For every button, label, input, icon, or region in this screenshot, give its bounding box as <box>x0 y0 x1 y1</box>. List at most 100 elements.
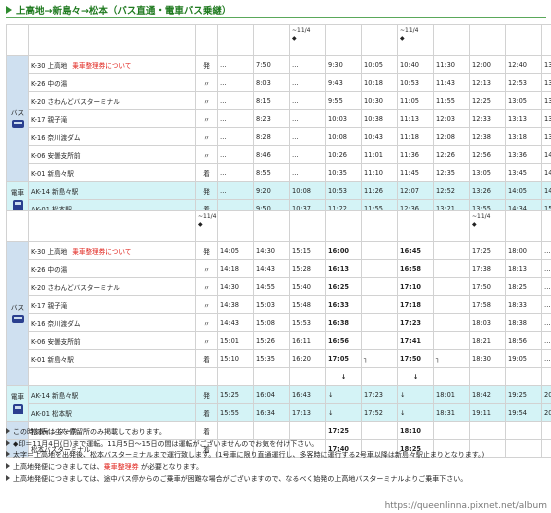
station-name: AK-01 松本駅 <box>28 403 196 422</box>
bus-row: K-01 新島々駅着… 8:55… 10:35 11:10 11:45 12:35 13:0… <box>7 163 551 182</box>
station-name: K-06 安曇支所前 <box>28 145 196 164</box>
season-mark: ◆ <box>400 35 405 42</box>
time-cell: 10:43 <box>361 127 398 146</box>
time-cell: 17:52 <box>361 403 398 422</box>
time-cell: … <box>289 127 326 146</box>
header-cell <box>505 210 542 242</box>
header-cell <box>397 210 434 242</box>
stop-type: 発 <box>195 241 218 260</box>
station-name: K-30 上高地 乗車整理券について <box>28 241 196 260</box>
time-cell: 16:34 <box>253 403 290 422</box>
ticket-info-link[interactable]: 乗車整理券について <box>72 248 131 256</box>
header-cell: ~11/4 ◆ <box>195 210 218 242</box>
header-row: ~11/4 ◆ ~11/4 ◆ <box>6 210 551 242</box>
header-cell <box>289 210 326 242</box>
note-item: 太字＝上高地を出発後、松本バスターミナルまで運行致します。(1号車に限り直通運行… <box>6 450 546 461</box>
time-cell: ↓ <box>397 403 434 422</box>
time-cell: 14:43 <box>253 259 290 278</box>
time-cell: … <box>289 91 326 110</box>
time-cell: 13:45 <box>505 163 542 182</box>
time-cell: 12:52 <box>433 181 470 200</box>
time-cell: 12:56 <box>469 145 506 164</box>
time-cell: 10:03 <box>325 109 362 128</box>
note-item: ◆印＝11月4日(日)まで運転。11月5日～15日の間は運転がございませんのでお… <box>6 438 546 450</box>
time-cell <box>433 295 470 314</box>
time-cell: 13:13 <box>505 109 542 128</box>
time-cell: 8:03 <box>253 73 290 92</box>
station-label: K-01 新島々駅 <box>31 169 74 178</box>
time-cell <box>433 313 470 332</box>
bus-row: K-06 安曇支所前〃… 8:46… 10:26 11:01 11:36 12:26 12:… <box>7 145 551 164</box>
bus-row: バス K-30 上高地 乗車整理券について発 14:05 14:30 15:15 16:00… <box>6 241 551 386</box>
time-cell: 10:53 <box>325 181 362 200</box>
train-row: 電車 AK-14 新島々駅 発… 9:20 10:08 10:53 11:26 12:07 12… <box>6 181 551 218</box>
time-cell: 8:15 <box>253 91 290 110</box>
time-cell: 13:33 <box>541 73 551 92</box>
time-cell: 15:53 <box>289 313 326 332</box>
station-name: K-16 奈川渡ダム <box>28 127 196 146</box>
arrow-cell: ↓ <box>325 367 362 386</box>
station-name: K-20 さわんどバスターミナル <box>28 277 196 296</box>
station-name: K-17 親子滝 <box>28 109 196 128</box>
time-cell: 15:48 <box>289 295 326 314</box>
station-label: K-06 安曇支所前 <box>31 151 81 160</box>
time-cell: 17:13 <box>289 403 326 422</box>
season-mark: ~11/4 <box>472 213 491 220</box>
train-row: 電車 AK-14 新島々駅発 15:25 16:04 16:43 ↓ 17:23 ↓ 18:01… <box>6 385 551 422</box>
arrow-cell <box>361 367 398 386</box>
stop-type: 〃 <box>195 91 218 110</box>
header-cell: ~11/4 ◆ <box>289 24 326 56</box>
header-cell <box>253 210 290 242</box>
side-label-bus: バス <box>6 55 29 182</box>
time-cell: ┐ <box>361 349 398 368</box>
arrow-cell <box>505 367 542 386</box>
station-label: K-30 上高地 <box>31 61 68 70</box>
time-cell: … <box>541 295 551 314</box>
time-cell: 18:25 <box>505 277 542 296</box>
time-cell: 15:55 <box>217 403 254 422</box>
time-cell: ↓ <box>397 385 434 404</box>
arrow-row: ↓ ↓ <box>7 367 551 386</box>
time-cell: 9:43 <box>325 73 362 92</box>
header-cell <box>541 24 551 56</box>
time-cell: … <box>217 109 254 128</box>
note-item: 上高地発便につきましては、乗車整理券 が必要となります。 <box>6 461 546 473</box>
stop-type: 発 <box>195 55 218 74</box>
time-cell: … <box>217 145 254 164</box>
time-cell: 12:53 <box>505 73 542 92</box>
time-cell: 14:30 <box>217 277 254 296</box>
time-cell: … <box>217 127 254 146</box>
time-cell: 18:30 <box>469 349 506 368</box>
time-cell: 14:05 <box>217 241 254 260</box>
time-cell: 14:55 <box>253 277 290 296</box>
time-cell: … <box>217 91 254 110</box>
time-cell: 16:58 <box>397 259 434 278</box>
stop-type: 〃 <box>195 331 218 350</box>
time-cell: 10:38 <box>361 109 398 128</box>
time-cell: 8:55 <box>253 163 290 182</box>
stop-type: 〃 <box>195 109 218 128</box>
time-cell: 17:23 <box>397 313 434 332</box>
time-cell: 13:45 <box>541 91 551 110</box>
time-cell: 8:23 <box>253 109 290 128</box>
time-cell: 12:03 <box>433 109 470 128</box>
time-cell: … <box>289 163 326 182</box>
time-cell: 17:25 <box>469 241 506 260</box>
page-title: 上高地→新島々→松本（バス直通・電車バス乗継） <box>16 6 232 17</box>
ticket-info-link[interactable]: 乗車整理券について <box>72 62 131 70</box>
station-label: K-30 上高地 <box>31 247 68 256</box>
time-cell: 14:05 <box>505 181 542 200</box>
ticket-info-link[interactable]: 乗車整理券 <box>104 463 139 471</box>
time-cell: 11:01 <box>361 145 398 164</box>
station-label: K-16 奈川渡ダム <box>31 133 81 142</box>
header-cell <box>195 24 218 56</box>
triangle-bullet-icon <box>6 463 10 469</box>
train-row: AK-01 松本駅着 15:55 16:34 17:13 ↓ 17:52 ↓ 18:31 19:… <box>7 403 551 422</box>
season-mark: ◆ <box>292 35 297 42</box>
time-cell: 18:56 <box>505 331 542 350</box>
time-cell: 18:21 <box>469 331 506 350</box>
bus-row: K-06 安曇支所前 〃 15:01 15:26 16:11 16:56 17:41 18:2… <box>7 331 551 350</box>
header-cell <box>217 210 254 242</box>
stop-type: 〃 <box>195 313 218 332</box>
time-cell: 20:10 <box>541 385 551 404</box>
